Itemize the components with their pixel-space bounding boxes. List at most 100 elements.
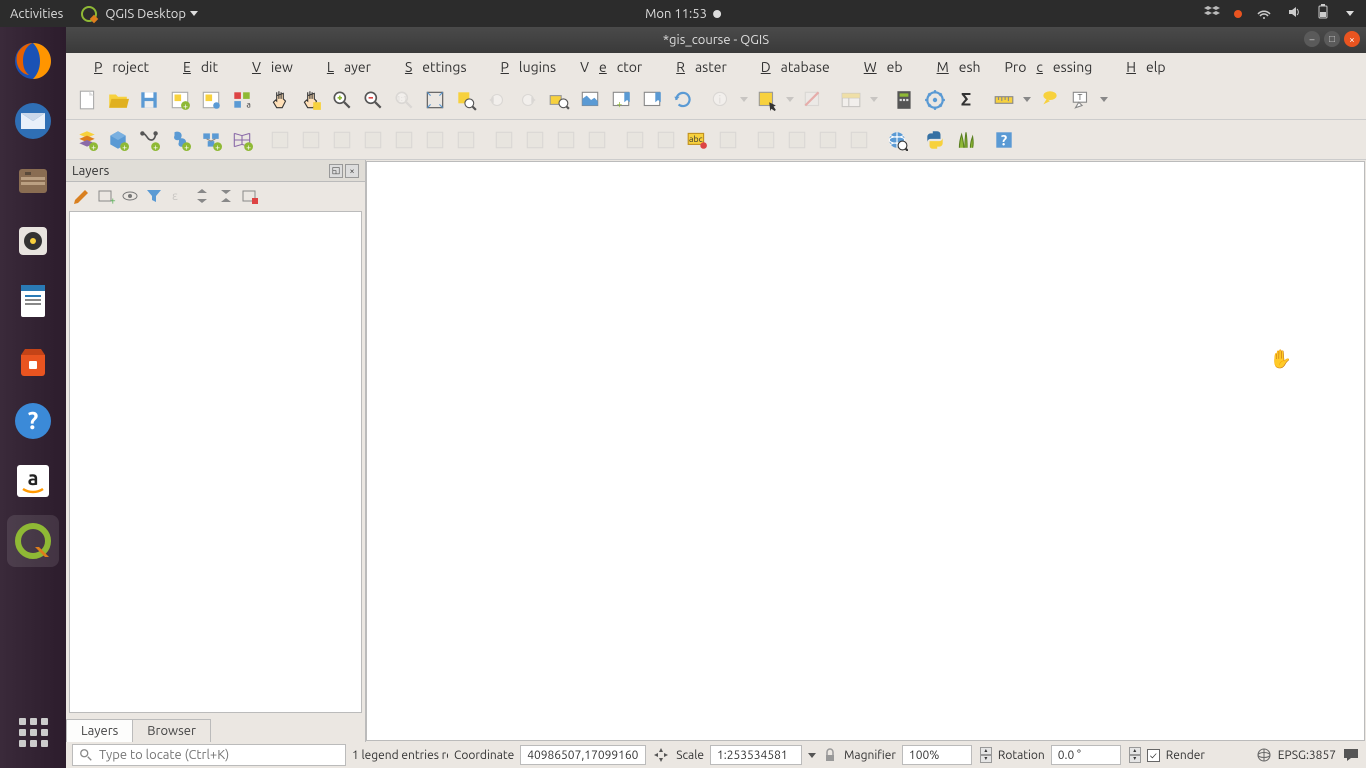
- annotation-dd-icon[interactable]: [1097, 85, 1111, 115]
- map-canvas[interactable]: ✋: [366, 161, 1365, 741]
- move-label-button[interactable]: [713, 125, 743, 155]
- pan-selected-button[interactable]: [296, 85, 326, 115]
- expand-all-icon[interactable]: [192, 186, 212, 206]
- dock-show-apps[interactable]: [7, 706, 59, 758]
- coordinate-field[interactable]: 40986507,17099160: [520, 745, 646, 765]
- panel-close-button[interactable]: ×: [345, 164, 359, 178]
- render-checkbox[interactable]: ✓: [1147, 749, 1160, 762]
- filter-legend-icon[interactable]: [144, 186, 164, 206]
- edit-pencil-button[interactable]: [265, 125, 295, 155]
- save-project-button[interactable]: [134, 85, 164, 115]
- layers-tree[interactable]: [69, 211, 362, 713]
- zoom-full-button[interactable]: [420, 85, 450, 115]
- appmenu-button[interactable]: QGIS Desktop: [105, 7, 186, 21]
- tab-layers[interactable]: Layers: [66, 719, 133, 742]
- menu-layer[interactable]: Layer: [307, 56, 381, 78]
- digitize-b-button[interactable]: [651, 125, 681, 155]
- attrs-button[interactable]: [836, 85, 866, 115]
- close-button[interactable]: ×: [1344, 31, 1360, 47]
- menu-vector[interactable]: Vector: [570, 56, 652, 78]
- style-manager-button[interactable]: a: [227, 85, 257, 115]
- menu-help[interactable]: Help: [1106, 56, 1175, 78]
- rotation-field[interactable]: 0.0 °: [1051, 745, 1121, 765]
- dropbox-tray-icon[interactable]: [1204, 4, 1220, 23]
- dock-qgis[interactable]: [7, 515, 59, 567]
- new-map-view-button[interactable]: [575, 85, 605, 115]
- open-data-source-button[interactable]: +: [72, 125, 102, 155]
- crs-icon[interactable]: [1256, 747, 1272, 763]
- menu-project[interactable]: Project: [74, 56, 159, 78]
- network-icon[interactable]: [1256, 4, 1272, 23]
- panel-float-button[interactable]: ◱: [329, 164, 343, 178]
- style-preset-icon[interactable]: [72, 186, 92, 206]
- pin-label-button[interactable]: [782, 125, 812, 155]
- activities-button[interactable]: Activities: [10, 7, 63, 21]
- undo-button[interactable]: [551, 125, 581, 155]
- menu-plugins[interactable]: Plugins: [481, 56, 567, 78]
- annotation-button[interactable]: T: [1066, 85, 1096, 115]
- deselect-button[interactable]: [798, 85, 828, 115]
- clock[interactable]: Mon 11:53: [645, 7, 707, 21]
- label-toolbar-button[interactable]: abc: [682, 125, 712, 155]
- dock-help[interactable]: ?: [7, 395, 59, 447]
- remove-layer-icon[interactable]: [240, 186, 260, 206]
- select-button[interactable]: [752, 85, 782, 115]
- magnifier-field[interactable]: 100%: [902, 745, 972, 765]
- toggle-extents-icon[interactable]: [652, 746, 670, 764]
- refresh-button[interactable]: [668, 85, 698, 115]
- paste-features-button[interactable]: [420, 125, 450, 155]
- rotate-label-button[interactable]: [751, 125, 781, 155]
- show-label-button[interactable]: [813, 125, 843, 155]
- battery-icon[interactable]: [1316, 4, 1332, 23]
- dock-files[interactable]: [7, 155, 59, 207]
- messages-icon[interactable]: [1342, 746, 1360, 764]
- pan-button[interactable]: [265, 85, 295, 115]
- zoom-out-button[interactable]: [358, 85, 388, 115]
- new-spatialite-button[interactable]: +: [165, 125, 195, 155]
- digitize-a-button[interactable]: [620, 125, 650, 155]
- new-project-button[interactable]: [72, 85, 102, 115]
- menu-view[interactable]: View: [232, 56, 303, 78]
- dock-software[interactable]: [7, 335, 59, 387]
- menu-processing[interactable]: Processing: [995, 56, 1103, 78]
- save-edits-button[interactable]: [327, 125, 357, 155]
- zoom-selection-button[interactable]: [451, 85, 481, 115]
- menu-edit[interactable]: Edit: [163, 56, 228, 78]
- attrs-dd-icon[interactable]: [867, 85, 881, 115]
- volume-icon[interactable]: [1286, 4, 1302, 23]
- zoom-next-button[interactable]: [513, 85, 543, 115]
- expression-filter-icon[interactable]: ε: [168, 186, 188, 206]
- lock-scale-icon[interactable]: [822, 747, 838, 763]
- help-button[interactable]: ?: [989, 125, 1019, 155]
- tab-browser[interactable]: Browser: [132, 719, 211, 742]
- open-project-button[interactable]: [103, 85, 133, 115]
- rotation-spin[interactable]: ▴▾: [1129, 747, 1141, 763]
- dock-writer[interactable]: [7, 275, 59, 327]
- edit-line-button[interactable]: [296, 125, 326, 155]
- delete-selected-button[interactable]: [451, 125, 481, 155]
- select-dd-icon[interactable]: [783, 85, 797, 115]
- crs-value[interactable]: EPSG:3857: [1278, 749, 1336, 762]
- dock-thunderbird[interactable]: [7, 95, 59, 147]
- hide-label-button[interactable]: [844, 125, 874, 155]
- menu-database[interactable]: Database: [741, 56, 840, 78]
- cut-features-button[interactable]: [389, 125, 419, 155]
- menu-settings[interactable]: Settings: [385, 56, 477, 78]
- measure-button[interactable]: [989, 85, 1019, 115]
- add-group-icon[interactable]: +: [96, 186, 116, 206]
- calculator-button[interactable]: [889, 85, 919, 115]
- metasearch-button[interactable]: [882, 125, 912, 155]
- zoom-native-button[interactable]: 1:1: [389, 85, 419, 115]
- dock-rhythmbox[interactable]: [7, 215, 59, 267]
- tips-button[interactable]: [1035, 85, 1065, 115]
- bookmarks-button[interactable]: [637, 85, 667, 115]
- menu-raster[interactable]: Raster: [656, 56, 737, 78]
- new-virtual-button[interactable]: +: [196, 125, 226, 155]
- scale-field[interactable]: 1:253534581: [710, 745, 802, 765]
- layout-manager-button[interactable]: [196, 85, 226, 115]
- new-geopackage-button[interactable]: +: [103, 125, 133, 155]
- menu-web[interactable]: Web: [844, 56, 913, 78]
- redo-button[interactable]: [582, 125, 612, 155]
- new-mesh-button[interactable]: +: [227, 125, 257, 155]
- system-menu-chevron-icon[interactable]: [1346, 11, 1354, 16]
